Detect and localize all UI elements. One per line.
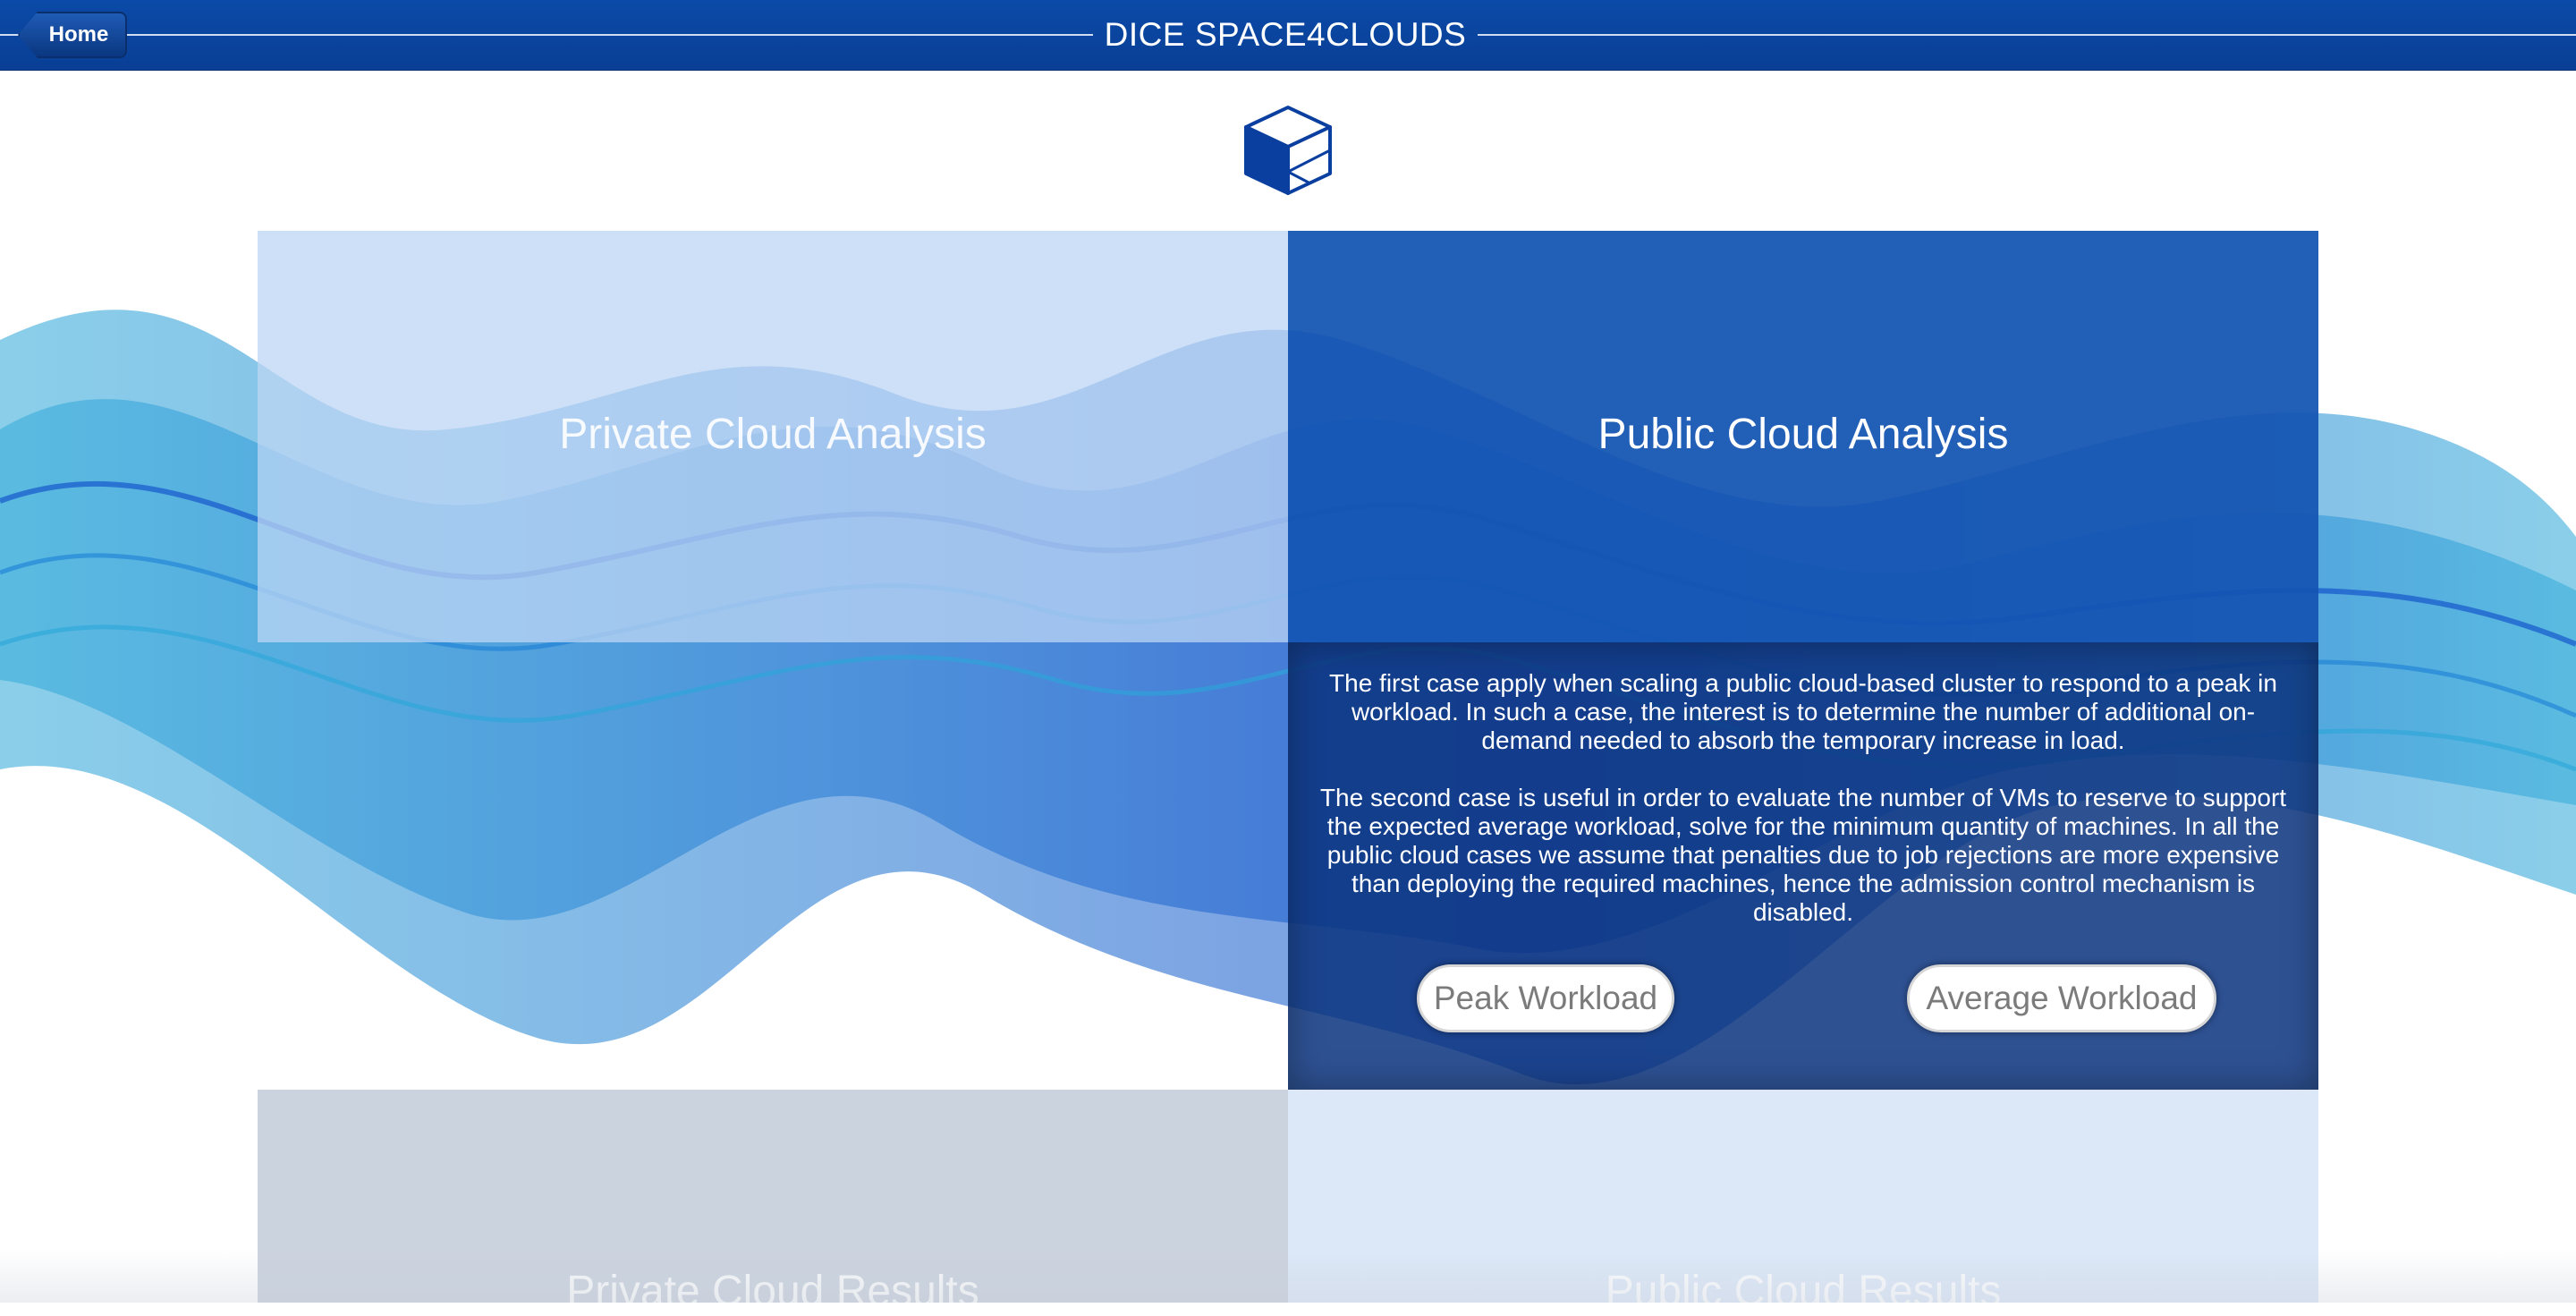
private-cloud-analysis-panel[interactable]: Private Cloud Analysis: [258, 231, 1288, 642]
public-cloud-analysis-panel[interactable]: Public Cloud Analysis: [1288, 231, 2318, 642]
public-cloud-analysis-title: Public Cloud Analysis: [1597, 411, 2009, 458]
top-bar: DICE SPACE4CLOUDS Home: [0, 0, 2576, 71]
header-rule-right: [1478, 34, 2576, 36]
description-paragraph-2: The second case is useful in order to ev…: [1319, 784, 2287, 926]
private-cloud-results-title: Private Cloud Results: [566, 1268, 979, 1315]
public-cloud-info-panel: The first case apply when scaling a publ…: [1288, 642, 2318, 1090]
peak-workload-button[interactable]: Peak Workload: [1417, 964, 1674, 1032]
public-cloud-results-title: Public Cloud Results: [1605, 1268, 2002, 1315]
average-workload-button[interactable]: Average Workload: [1907, 964, 2216, 1032]
public-cloud-description: The first case apply when scaling a publ…: [1313, 669, 2293, 955]
header-rule-left: [0, 34, 1093, 36]
description-paragraph-1: The first case apply when scaling a publ…: [1329, 669, 2277, 754]
cube-icon: [1244, 106, 1332, 195]
private-cloud-analysis-title: Private Cloud Analysis: [559, 411, 987, 458]
public-cloud-results-panel[interactable]: Public Cloud Results: [1288, 1090, 2318, 1315]
private-cloud-results-panel[interactable]: Private Cloud Results: [258, 1090, 1288, 1315]
home-button[interactable]: Home: [18, 12, 127, 58]
app-title: DICE SPACE4CLOUDS: [1104, 16, 1467, 53]
